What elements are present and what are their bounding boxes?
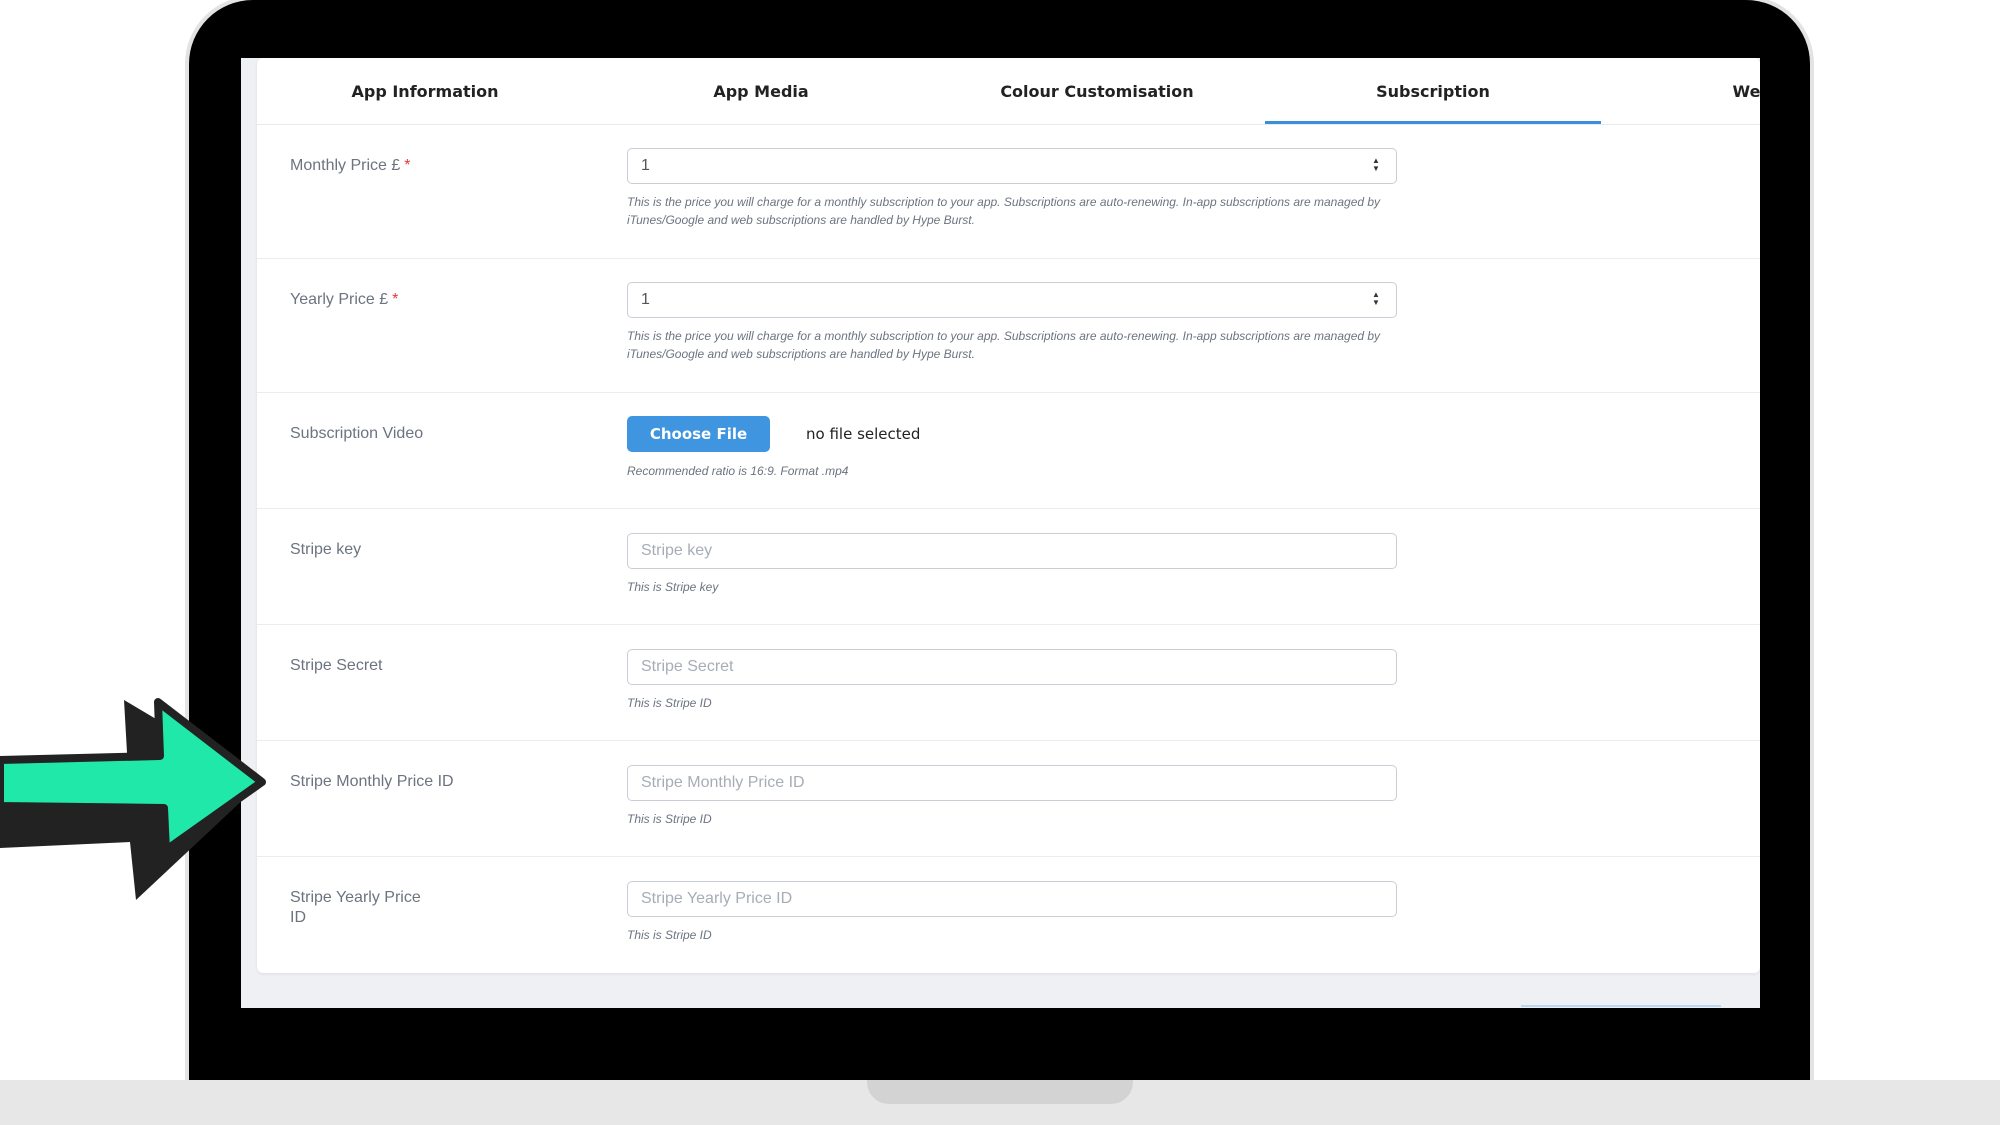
yearly-price-label: Yearly Price £ * bbox=[290, 290, 450, 310]
footer-accent-line bbox=[1521, 1005, 1721, 1007]
tab-subscription[interactable]: Subscription bbox=[1265, 58, 1601, 124]
stripe-monthly-price-id-row: Stripe Monthly Price ID This is Stripe I… bbox=[257, 740, 1760, 857]
stripe-monthly-price-id-help: This is Stripe ID bbox=[627, 812, 712, 826]
settings-card: App Information App Media Colour Customi… bbox=[257, 58, 1760, 973]
choose-file-button[interactable]: Choose File bbox=[627, 416, 770, 452]
subscription-video-row: Subscription Video Choose File no file s… bbox=[257, 392, 1760, 509]
yearly-price-help: This is the price you will charge for a … bbox=[627, 329, 1381, 361]
stripe-key-row: Stripe key This is Stripe key bbox=[257, 508, 1760, 625]
tab-colour-customisation[interactable]: Colour Customisation bbox=[929, 58, 1265, 124]
monthly-price-help: This is the price you will charge for a … bbox=[627, 195, 1381, 227]
spinner-arrows-icon[interactable]: ▲ ▼ bbox=[1370, 157, 1382, 175]
stripe-secret-label: Stripe Secret bbox=[290, 657, 383, 674]
stripe-monthly-price-id-label: Stripe Monthly Price ID bbox=[290, 773, 454, 790]
stripe-key-label: Stripe key bbox=[290, 541, 362, 558]
stripe-yearly-price-id-label: Stripe Yearly Price ID bbox=[290, 889, 421, 926]
tab-app-media[interactable]: App Media bbox=[593, 58, 929, 124]
required-mark: * bbox=[404, 157, 411, 174]
required-mark: * bbox=[392, 291, 399, 308]
subscription-video-help: Recommended ratio is 16:9. Format .mp4 bbox=[627, 464, 849, 478]
stripe-yearly-price-id-input[interactable] bbox=[627, 881, 1397, 917]
stripe-yearly-price-id-row: Stripe Yearly Price ID This is Stripe ID bbox=[257, 856, 1760, 973]
laptop-notch bbox=[867, 1080, 1133, 1104]
pointing-arrow-icon bbox=[0, 698, 266, 900]
yearly-price-label-text: Yearly Price £ bbox=[290, 291, 389, 308]
stripe-secret-input[interactable] bbox=[627, 649, 1397, 685]
laptop-screen: App Information App Media Colour Customi… bbox=[241, 58, 1760, 1008]
spinner-arrows-icon[interactable]: ▲ ▼ bbox=[1370, 291, 1382, 309]
stripe-secret-row: Stripe Secret This is Stripe ID bbox=[257, 624, 1760, 741]
monthly-price-label: Monthly Price £ * bbox=[290, 156, 450, 176]
monthly-price-label-text: Monthly Price £ bbox=[290, 157, 401, 174]
tab-app-information[interactable]: App Information bbox=[257, 58, 593, 124]
yearly-price-row: Yearly Price £* ▲▼ This is the price you… bbox=[257, 258, 1760, 393]
file-status-text: no file selected bbox=[806, 425, 921, 443]
tab-bar: App Information App Media Colour Customi… bbox=[257, 58, 1760, 125]
subscription-video-label: Subscription Video bbox=[290, 425, 424, 442]
monthly-price-row: Monthly Price £* ▲▼ This is the price yo… bbox=[257, 124, 1760, 259]
monthly-price-input[interactable] bbox=[627, 148, 1397, 184]
stripe-key-input[interactable] bbox=[627, 533, 1397, 569]
stripe-monthly-price-id-input[interactable] bbox=[627, 765, 1397, 801]
stripe-key-help: This is Stripe key bbox=[627, 580, 719, 594]
tab-website[interactable]: Website bbox=[1601, 58, 1760, 124]
stripe-yearly-price-id-help: This is Stripe ID bbox=[627, 928, 712, 942]
stripe-secret-help: This is Stripe ID bbox=[627, 696, 712, 710]
yearly-price-input[interactable] bbox=[627, 282, 1397, 318]
